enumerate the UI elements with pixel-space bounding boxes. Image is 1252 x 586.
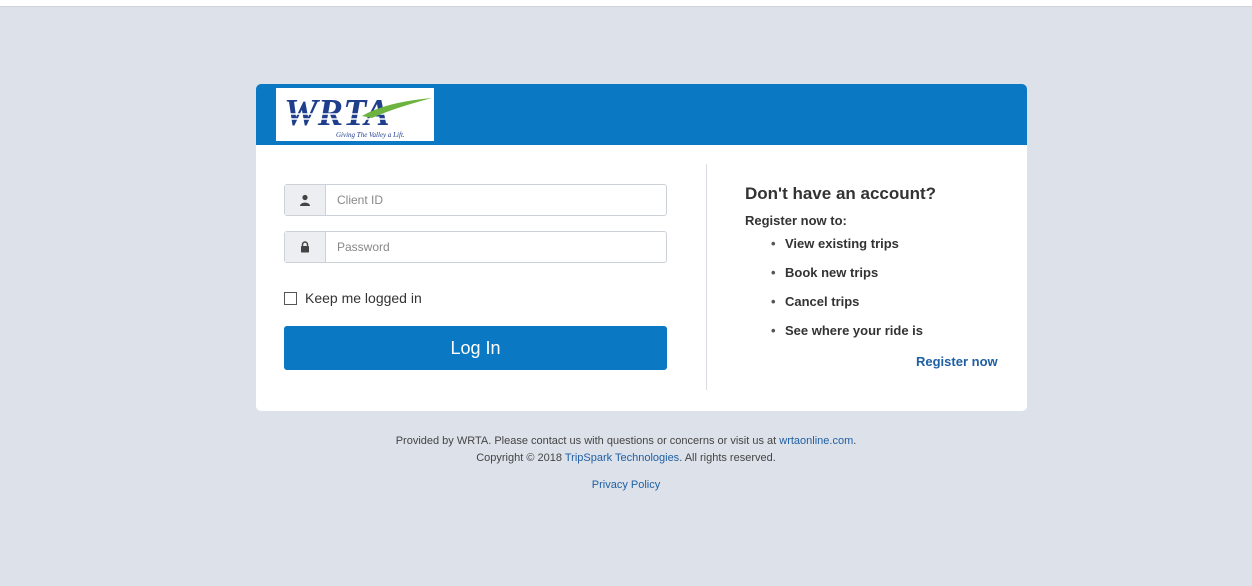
privacy-policy-link[interactable]: Privacy Policy: [592, 479, 660, 491]
card-header: WRTA Giving The Valley a Lift.: [256, 84, 1027, 145]
client-id-input[interactable]: [326, 185, 678, 215]
password-input[interactable]: [326, 232, 678, 262]
wrta-website-link[interactable]: wrtaonline.com: [779, 435, 853, 447]
footer-line-2: Copyright © 2018 TripSpark Technologies.…: [476, 452, 776, 464]
user-icon: [285, 185, 326, 215]
list-item: • Book new trips: [771, 265, 879, 280]
keep-logged-in-checkbox[interactable]: [284, 291, 297, 305]
client-id-field: [284, 184, 678, 216]
list-item: • See where your ride is: [771, 323, 924, 338]
lock-icon: [285, 232, 326, 262]
browser-top-edge: [0, 0, 1252, 7]
keep-logged-in-label: Keep me logged in: [305, 290, 422, 306]
password-field: [284, 231, 678, 263]
wrta-logo: WRTA Giving The Valley a Lift.: [276, 88, 434, 141]
tripspark-link[interactable]: TripSpark Technologies: [565, 452, 679, 464]
register-benefits-list: • View existing trips • Book new trips • Ca…: [745, 236, 936, 352]
footer: Provided by WRTA. Please contact us with…: [0, 433, 1252, 467]
list-item: • Cancel trips: [771, 294, 860, 309]
privacy-section: Privacy Policy: [0, 479, 1252, 491]
register-heading: Don't have an account?: [745, 184, 937, 203]
register-panel: Don't have an account? Register now to: …: [745, 184, 936, 352]
list-item: • View existing trips: [771, 236, 899, 251]
register-subheading: Register now to:: [745, 213, 847, 228]
keep-logged-in[interactable]: Keep me logged in: [284, 290, 422, 306]
vertical-divider: [706, 164, 707, 390]
login-card: WRTA Giving The Valley a Lift. Keep me l…: [256, 84, 1027, 411]
login-button[interactable]: Log In: [284, 326, 667, 370]
logo-tagline: Giving The Valley a Lift.: [336, 131, 405, 139]
footer-line-1: Provided by WRTA. Please contact us with…: [395, 435, 857, 447]
register-now-link[interactable]: Register now: [916, 354, 998, 369]
